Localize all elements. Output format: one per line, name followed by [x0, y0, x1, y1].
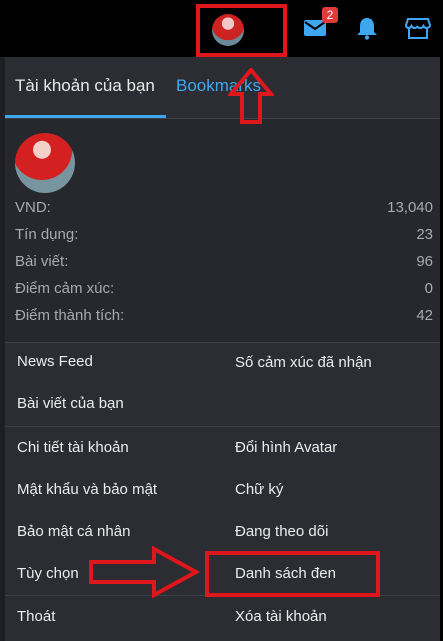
dropdown-tabs: Tài khoản của bạn Bookmarks	[5, 57, 440, 119]
divider	[5, 595, 440, 596]
stat-row: Điểm thành tích: 42	[15, 307, 433, 331]
menu-item-signature[interactable]: Chữ ký	[235, 481, 283, 498]
active-tab-indicator	[5, 115, 166, 118]
user-avatar-icon[interactable]	[212, 14, 244, 46]
menu-item-news-feed[interactable]: News Feed	[17, 353, 93, 370]
stat-row: Điểm cảm xúc: 0	[15, 280, 433, 304]
menu-item-account-details[interactable]: Chi tiết tài khoản	[17, 439, 129, 456]
bell-icon[interactable]	[354, 16, 380, 40]
store-icon[interactable]	[405, 16, 431, 40]
stat-label: VND:	[15, 199, 51, 216]
divider	[5, 426, 440, 427]
stat-row: Tín dụng: 23	[15, 226, 433, 250]
menu-item-privacy[interactable]: Bảo mật cá nhân	[17, 523, 130, 540]
inbox-count-badge: 2	[322, 7, 338, 23]
tab-bookmarks[interactable]: Bookmarks	[176, 76, 261, 96]
menu-item-reactions-received[interactable]: Số cảm xúc đã nhận	[235, 354, 372, 371]
stat-value[interactable]: 23	[416, 226, 433, 243]
menu-item-delete-account[interactable]: Xóa tài khoản	[235, 608, 327, 625]
stat-label: Bài viết:	[15, 253, 69, 270]
account-dropdown-panel: Tài khoản của bạn Bookmarks VND: 13,040 …	[5, 57, 440, 641]
menu-item-ignored-list[interactable]: Danh sách đen	[235, 565, 336, 582]
stat-label: Điểm thành tích:	[15, 307, 125, 324]
tab-your-account[interactable]: Tài khoản của bạn	[15, 76, 155, 96]
menu-item-change-avatar[interactable]: Đổi hình Avatar	[235, 439, 337, 456]
menu-item-logout[interactable]: Thoát	[17, 608, 55, 625]
menu-item-your-posts[interactable]: Bài viết của bạn	[17, 395, 124, 412]
stat-value[interactable]: 96	[416, 253, 433, 270]
stat-row: Bài viết: 96	[15, 253, 433, 277]
account-summary: VND: 13,040 Tín dụng: 23 Bài viết: 96 Đi…	[5, 119, 440, 343]
stat-value[interactable]: 42	[416, 307, 433, 324]
stat-value[interactable]: 0	[425, 280, 433, 297]
avatar[interactable]	[15, 133, 75, 193]
stat-label: Điểm cảm xúc:	[15, 280, 115, 297]
stat-label: Tín dụng:	[15, 226, 79, 243]
stat-value[interactable]: 13,040	[387, 199, 433, 216]
menu-item-preferences[interactable]: Tùy chọn	[17, 565, 79, 582]
stat-row: VND: 13,040	[15, 199, 433, 223]
top-navigation-bar: 2	[0, 0, 443, 57]
menu-item-password-security[interactable]: Mật khẩu và bảo mật	[17, 481, 157, 498]
menu-item-following[interactable]: Đang theo dõi	[235, 523, 328, 540]
